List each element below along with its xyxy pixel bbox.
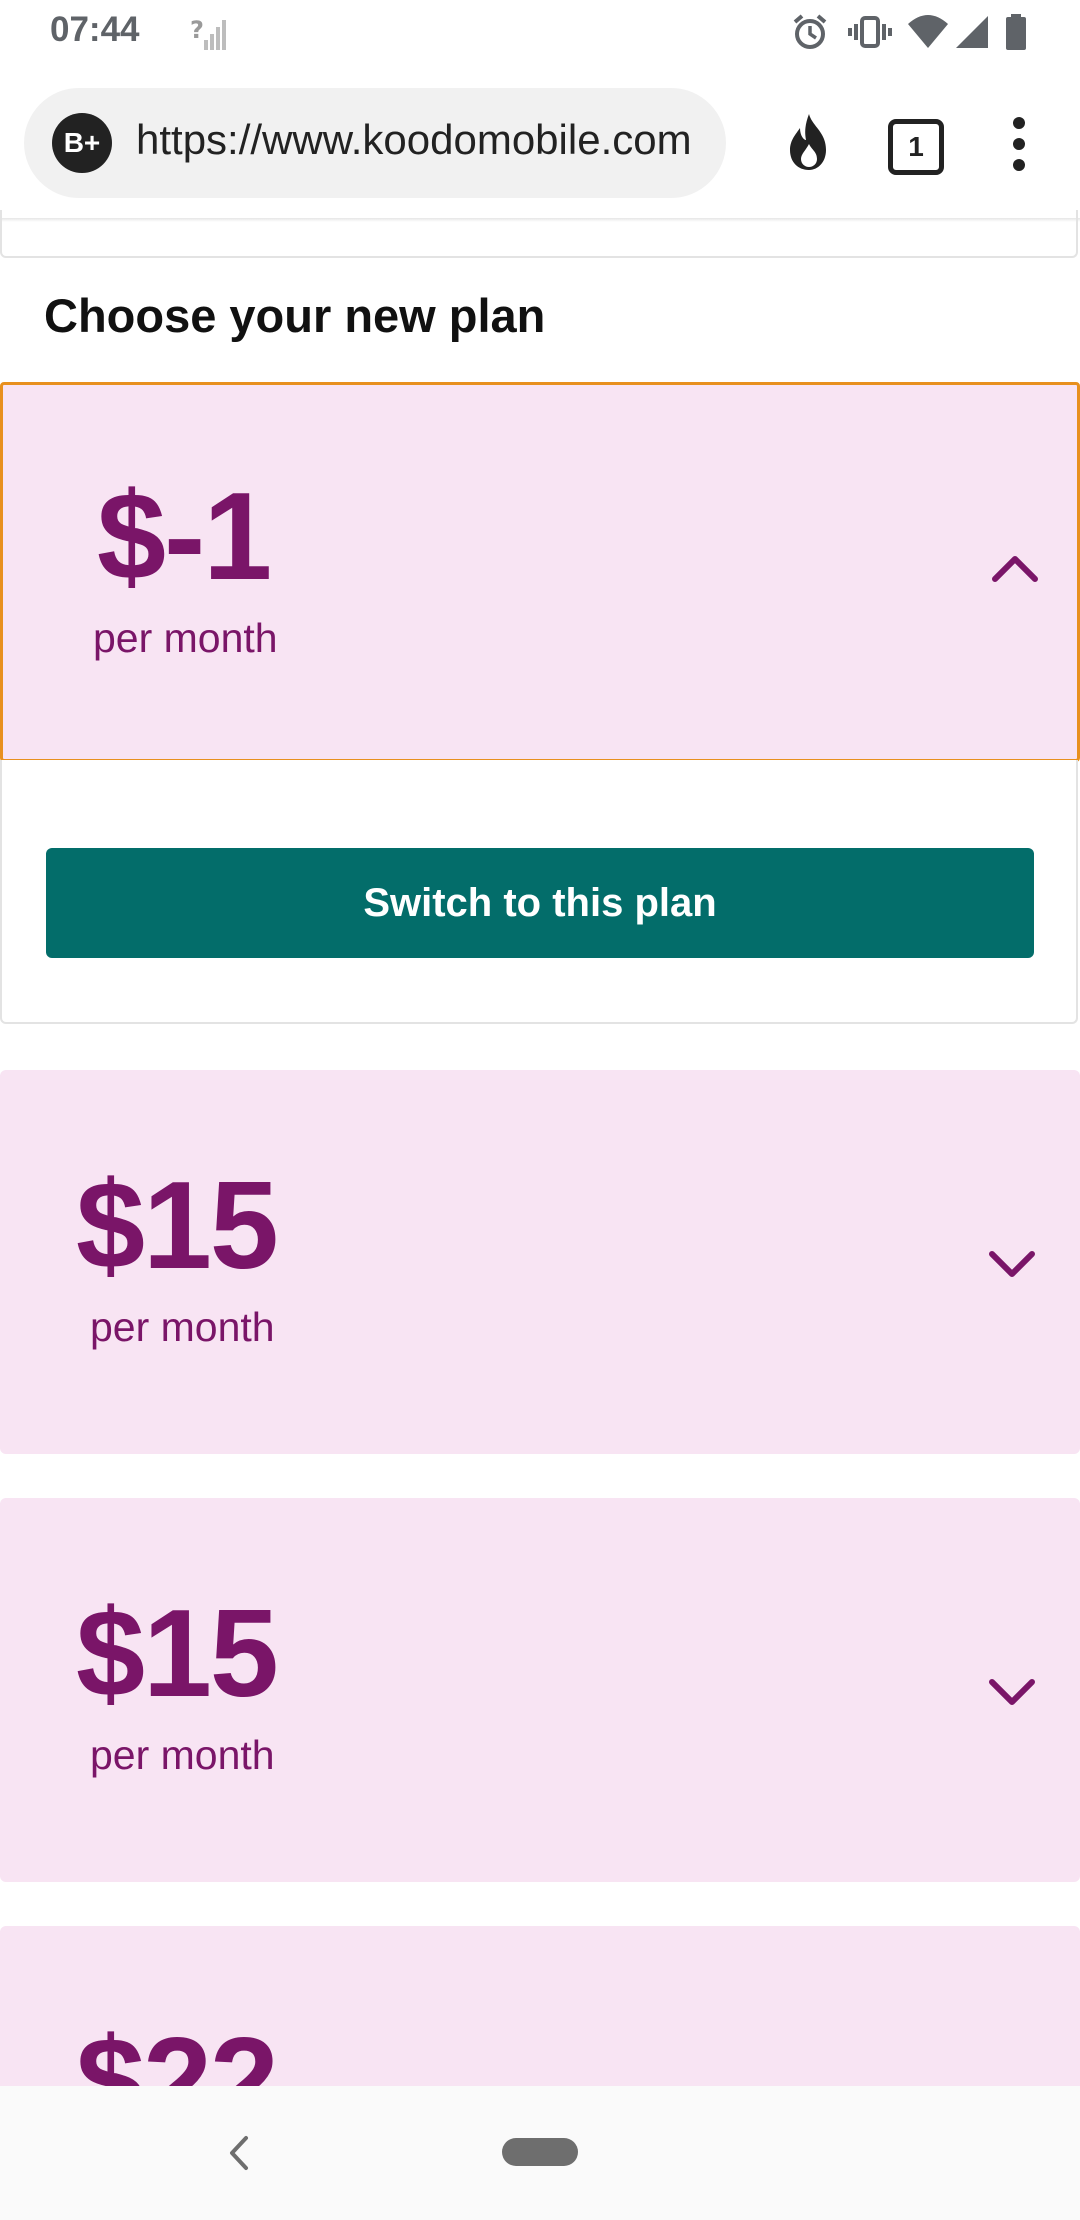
- chevron-down-icon[interactable]: [988, 1248, 1036, 1280]
- plan-period: per month: [90, 1304, 275, 1350]
- wifi-icon: [908, 15, 948, 48]
- plan-price: $15: [76, 1585, 279, 1723]
- back-icon[interactable]: [224, 2134, 254, 2172]
- previous-card-edge: [0, 210, 1078, 258]
- chevron-down-icon[interactable]: [988, 1676, 1036, 1708]
- system-nav-bar: [0, 2086, 1080, 2220]
- plan-price: $-1: [97, 468, 272, 606]
- plan-card[interactable]: $15 per month: [0, 1070, 1080, 1454]
- tab-switcher-icon[interactable]: 1: [888, 119, 944, 175]
- flame-icon[interactable]: [782, 112, 836, 174]
- plan-period: per month: [93, 615, 278, 661]
- cell-signal-icon: [956, 16, 988, 48]
- browser-toolbar: B+ https://www.koodomobile.com 1: [0, 66, 1080, 220]
- svg-text:?: ?: [190, 16, 204, 44]
- plan-price: $15: [76, 1157, 279, 1295]
- more-vert-icon[interactable]: [1004, 116, 1034, 172]
- switch-plan-button[interactable]: Switch to this plan: [46, 848, 1034, 958]
- plan-period: per month: [90, 1732, 275, 1778]
- status-time: 07:44: [50, 10, 140, 49]
- site-badge[interactable]: B+: [52, 113, 112, 173]
- home-pill-icon[interactable]: [502, 2138, 578, 2166]
- no-sim-signal-icon: ?: [190, 16, 226, 50]
- section-title: Choose your new plan: [44, 289, 546, 342]
- alarm-icon: [793, 14, 827, 49]
- status-bar: 07:44 ?: [0, 0, 1080, 66]
- vibrate-icon: [848, 16, 892, 48]
- chevron-up-icon[interactable]: [991, 551, 1039, 583]
- plan-card[interactable]: $15 per month: [0, 1498, 1080, 1882]
- plan-card[interactable]: $-1 per month: [0, 382, 1080, 762]
- url-text[interactable]: https://www.koodomobile.com: [136, 116, 711, 164]
- battery-icon: [1006, 14, 1026, 50]
- url-bar[interactable]: B+ https://www.koodomobile.com: [24, 88, 726, 198]
